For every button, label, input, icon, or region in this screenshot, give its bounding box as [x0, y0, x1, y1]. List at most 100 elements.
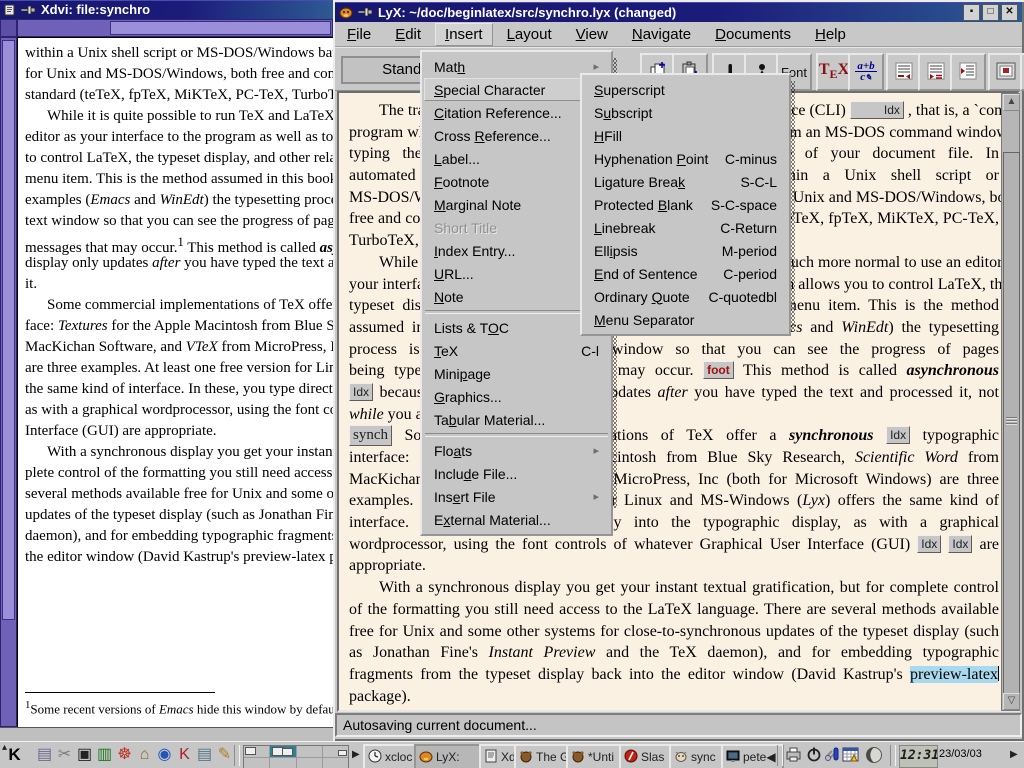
pager-desktop-6[interactable]: [270, 758, 295, 768]
math-mode-button[interactable]: a+bc✎: [848, 53, 884, 91]
change-depth-button[interactable]: [950, 53, 986, 91]
plug-tray-icon[interactable]: [822, 746, 841, 765]
pager-desktop-5[interactable]: [244, 758, 269, 768]
xdvi-vertical-scrollbar[interactable]: [0, 37, 17, 727]
document-line: package).: [349, 686, 999, 708]
minimize-button[interactable]: ▪: [963, 4, 980, 21]
panel-scroll-arrow[interactable]: ▶: [1010, 749, 1018, 760]
insert-figure-button[interactable]: [988, 53, 1024, 91]
printer-tray-icon[interactable]: [784, 746, 803, 765]
insert-footnote-button[interactable]: [886, 53, 922, 91]
menubar-item-insert[interactable]: Insert: [435, 23, 493, 46]
taskbar-task-unti[interactable]: *Unti: [566, 744, 627, 768]
task-label: LyX:: [436, 750, 460, 764]
klipper-button[interactable]: ✂: [54, 745, 75, 766]
menubar-item-edit[interactable]: Edit: [385, 23, 431, 46]
menu-item-hyphenation-point[interactable]: Hyphenation PointC-minus: [584, 147, 787, 170]
maximize-button[interactable]: □: [982, 4, 999, 21]
k-menu-button[interactable]: K: [4, 745, 25, 766]
window-list-button[interactable]: ▤: [34, 745, 55, 766]
pager-desktop-8[interactable]: [323, 758, 348, 768]
scroll-up-arrow[interactable]: ▲: [1003, 94, 1020, 111]
window-pin-icon[interactable]: [21, 4, 36, 16]
insert-table-button[interactable]: [1020, 53, 1024, 91]
menu-item-end-of-sentence[interactable]: End of SentenceC-period: [584, 262, 787, 285]
display-settings-button[interactable]: ▣: [74, 745, 95, 766]
web-browser-button[interactable]: ◉: [154, 745, 175, 766]
taskbar-date[interactable]: 23/03/03: [939, 748, 982, 760]
menu-item-ordinary-quote[interactable]: Ordinary QuoteC-quotedbl: [584, 285, 787, 308]
menubar-item-help[interactable]: Help: [805, 23, 856, 46]
clock-separator: [890, 745, 896, 766]
menu-item-linebreak[interactable]: LinebreakC-Return: [584, 216, 787, 239]
task-label: Slas: [641, 750, 664, 764]
index-inset-button[interactable]: Idx: [850, 101, 904, 119]
taskbar-clock[interactable]: 12:31: [899, 745, 938, 768]
menu-item-tex[interactable]: TeXC-l: [424, 339, 609, 362]
menu-item-protected-blank[interactable]: Protected BlankS-C-space: [584, 193, 787, 216]
menubar-item-view[interactable]: View: [566, 23, 618, 46]
task-label: *Unti: [588, 750, 614, 764]
menu-item-menu-separator[interactable]: Menu Separator: [584, 308, 787, 331]
menubar-item-navigate[interactable]: Navigate: [622, 23, 701, 46]
taskbar-expand-arrow[interactable]: ▶: [352, 749, 360, 760]
menu-item-ligature-break[interactable]: Ligature BreakS-C-L: [584, 170, 787, 193]
konsole-button[interactable]: ▥: [94, 745, 115, 766]
home-folder-button[interactable]: ⌂: [134, 745, 155, 766]
help-center-button[interactable]: ☸: [114, 745, 135, 766]
window-pin-icon[interactable]: [358, 6, 373, 18]
close-button[interactable]: ✕: [1001, 4, 1018, 21]
xdvi-text-line: updates of the typeset display (such as …: [25, 505, 333, 526]
index-inset-button[interactable]: Idx: [917, 535, 941, 553]
menu-item-hfill[interactable]: HFill: [584, 124, 787, 147]
kword-button[interactable]: K: [174, 745, 195, 766]
lyx-scrollbar-thumb[interactable]: [1003, 152, 1020, 698]
open-index-inset[interactable]: synch: [349, 425, 392, 446]
xdvi-vertical-scrollbar-thumb[interactable]: [2, 40, 15, 620]
lyx-titlebar[interactable]: LyX: ~/doc/beginlatex/src/synchro.lyx (c…: [335, 2, 1022, 22]
menu-item-external-material[interactable]: External Material...: [424, 508, 609, 531]
pager-desktop-2[interactable]: [270, 746, 295, 757]
footnote-inset-button[interactable]: foot: [703, 361, 734, 379]
insert-margin-note-button[interactable]: [918, 53, 954, 91]
menu-item-include-file[interactable]: Include File...: [424, 462, 609, 485]
taskbar-task-theg[interactable]: The G: [514, 744, 574, 768]
xdvi-horizontal-scrollbar-thumb[interactable]: [110, 21, 331, 35]
taskbar-task-lyx[interactable]: LyX:: [414, 744, 487, 768]
menubar-item-file[interactable]: File: [337, 23, 381, 46]
menu-item-superscript[interactable]: Superscript: [584, 78, 787, 101]
menubar-item-documents[interactable]: Documents: [705, 23, 801, 46]
index-inset-button[interactable]: Idx: [948, 535, 972, 553]
power-tray-icon[interactable]: [804, 746, 823, 765]
pager-desktop-4[interactable]: [323, 746, 348, 757]
xdvi-scrollbar-corner: [0, 19, 17, 37]
menu-item-tabular-material[interactable]: Tabular Material...: [424, 408, 609, 431]
menu-item-ellipsis[interactable]: EllipsisM-period: [584, 239, 787, 262]
taskbar-task-pete[interactable]: pete◀: [721, 744, 784, 768]
index-inset-button[interactable]: Idx: [349, 383, 373, 401]
menu-item-subscript[interactable]: Subscript: [584, 101, 787, 124]
menubar-item-layout[interactable]: Layout: [497, 23, 562, 46]
tex-mode-button[interactable]: TEX: [816, 53, 852, 91]
scroll-down-arrow[interactable]: ▽: [1003, 693, 1020, 710]
desktop-pager[interactable]: [243, 745, 349, 768]
menu-item-graphics[interactable]: Graphics...: [424, 385, 609, 408]
menu-item-floats[interactable]: Floats▸: [424, 439, 609, 462]
menu-item-insert-file[interactable]: Insert File▸: [424, 485, 609, 508]
index-inset-button[interactable]: Idx: [886, 426, 910, 444]
pager-desktop-7[interactable]: [297, 758, 322, 768]
calendar-tray-icon[interactable]: [841, 746, 860, 765]
figure-icon: [995, 61, 1017, 84]
pager-desktop-3[interactable]: [297, 746, 322, 757]
pager-desktop-1[interactable]: [244, 746, 269, 757]
documents-button[interactable]: ▤: [194, 745, 215, 766]
editor-button[interactable]: ✎: [214, 745, 235, 766]
moon-tray-icon[interactable]: [864, 746, 883, 765]
taskbar-task-sync[interactable]: sync: [669, 744, 729, 768]
lyx-vertical-scrollbar[interactable]: ▲ ▽: [1001, 93, 1020, 711]
menu-item-minipage[interactable]: Minipage: [424, 362, 609, 385]
xdvi-titlebar[interactable]: Xdvi: file:synchro: [0, 0, 333, 19]
xdvi-text-line: several methods available free for Unix …: [25, 484, 333, 505]
xdvi-horizontal-scrollbar[interactable]: [17, 19, 333, 37]
document-line: With a synchronous display you get your …: [349, 577, 999, 599]
